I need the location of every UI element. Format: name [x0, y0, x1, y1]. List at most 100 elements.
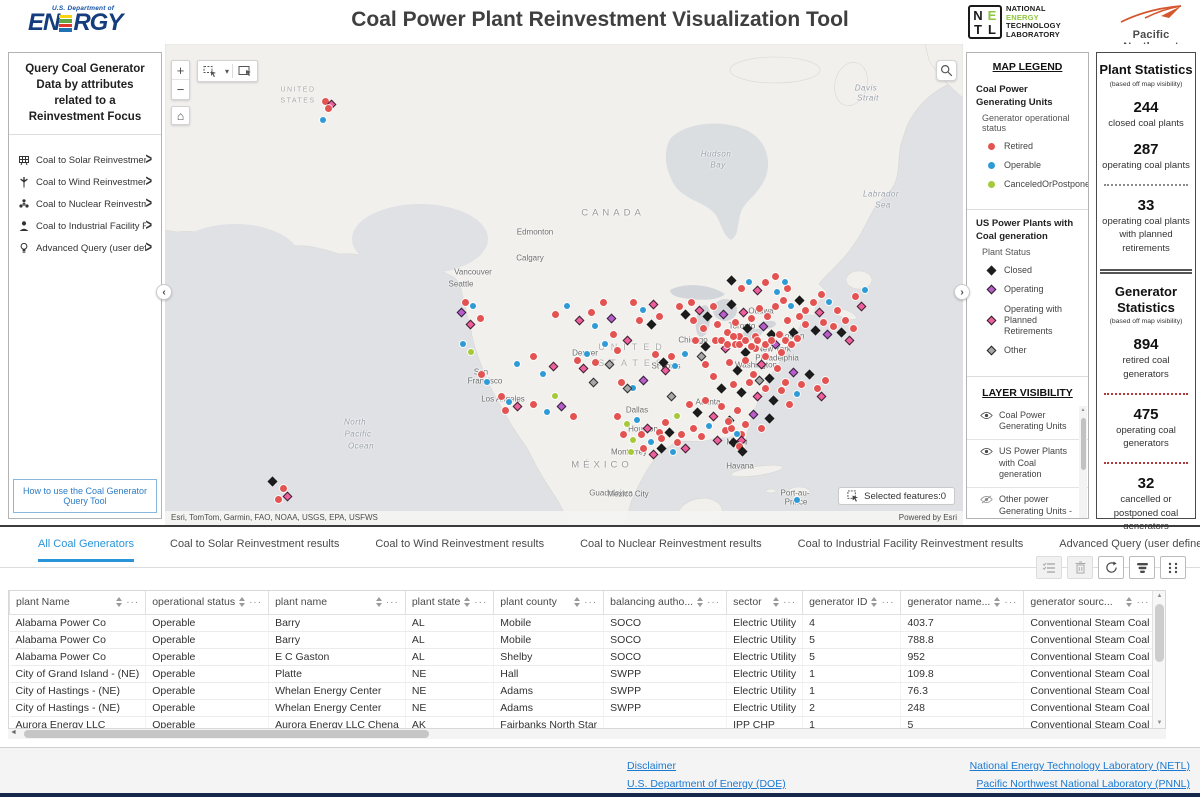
map-marker-retired[interactable] — [710, 303, 717, 310]
selected-features-button[interactable]: Selected features:0 — [838, 487, 955, 505]
eye-visible-icon[interactable] — [980, 447, 993, 456]
map-marker-retired[interactable] — [552, 311, 559, 318]
map-marker-retired[interactable] — [778, 387, 785, 394]
column-menu-icon[interactable]: ··· — [126, 597, 139, 608]
map-marker-retired[interactable] — [802, 321, 809, 328]
home-button[interactable]: ⌂ — [171, 106, 190, 125]
map-marker-retired[interactable] — [762, 353, 769, 360]
map-marker-retired[interactable] — [588, 309, 595, 316]
tab-all-coal-generators[interactable]: All Coal Generators — [38, 538, 134, 562]
map-marker-retired[interactable] — [674, 439, 681, 446]
doe-link[interactable]: U.S. Department of Energy (DOE) — [627, 778, 786, 790]
map-marker-retired[interactable] — [794, 335, 801, 342]
map-marker-retired[interactable] — [776, 331, 783, 338]
map-marker-retired[interactable] — [530, 401, 537, 408]
map-marker-operable[interactable] — [460, 341, 466, 347]
map-marker-retired[interactable] — [725, 418, 732, 425]
sort-icon[interactable] — [871, 597, 877, 607]
map-marker-retired[interactable] — [726, 359, 733, 366]
map-marker-operable[interactable] — [794, 391, 800, 397]
column-menu-icon[interactable]: ··· — [783, 597, 796, 608]
map-marker-retired[interactable] — [600, 299, 607, 306]
map-marker-operable[interactable] — [602, 341, 608, 347]
map-marker-retired[interactable] — [764, 313, 771, 320]
map-marker-retired[interactable] — [774, 365, 781, 372]
map-marker-operable[interactable] — [782, 279, 788, 285]
map-marker-retired[interactable] — [686, 401, 693, 408]
map-marker-operable[interactable] — [470, 303, 476, 309]
map-marker-retired[interactable] — [498, 393, 505, 400]
layer-toggle-item[interactable]: Coal Power Generating Units — [967, 404, 1088, 440]
map-marker-retired[interactable] — [730, 381, 737, 388]
map-marker-retired[interactable] — [710, 373, 717, 380]
map-marker-retired[interactable] — [502, 407, 509, 414]
eye-hidden-icon[interactable] — [980, 495, 993, 504]
column-header[interactable]: operational status··· — [146, 591, 269, 614]
scrollbar-thumb[interactable] — [24, 730, 429, 738]
map-marker-operable[interactable] — [826, 299, 832, 305]
map-marker-retired[interactable] — [618, 379, 625, 386]
map-marker-operable[interactable] — [682, 351, 688, 357]
map-marker-retired[interactable] — [610, 331, 617, 338]
map-marker-retired[interactable] — [750, 371, 757, 378]
chevron-right-icon[interactable]: > — [146, 218, 152, 235]
pnnl-link[interactable]: Pacific Northwest National Laboratory (P… — [970, 778, 1190, 790]
sort-icon[interactable] — [697, 597, 703, 607]
collapse-left-panel-button[interactable]: ‹ — [156, 284, 172, 300]
map-marker-retired[interactable] — [662, 419, 669, 426]
map-marker-retired[interactable] — [477, 315, 484, 322]
map-marker-operable[interactable] — [672, 363, 678, 369]
column-header[interactable]: generator sourc...··· — [1024, 591, 1156, 614]
rectangle-select-tool[interactable] — [233, 61, 257, 81]
map-marker-operable[interactable] — [634, 417, 640, 423]
map-marker-retired[interactable] — [802, 307, 809, 314]
map-marker-retired[interactable] — [730, 333, 737, 340]
netl-link[interactable]: National Energy Technology Laboratory (N… — [970, 760, 1190, 772]
tab-coal-to-industrial-facility-reinvestment-results[interactable]: Coal to Industrial Facility Reinvestment… — [798, 538, 1024, 562]
map-marker-canceled[interactable] — [552, 393, 558, 399]
column-header[interactable]: plant county··· — [494, 591, 604, 614]
sort-icon[interactable] — [116, 597, 122, 607]
map-marker-retired[interactable] — [656, 313, 663, 320]
map-marker-retired[interactable] — [754, 337, 761, 344]
map-marker-retired[interactable] — [742, 421, 749, 428]
chevron-right-icon[interactable]: > — [146, 240, 152, 257]
map-marker-operable[interactable] — [320, 117, 326, 123]
delete-selection-button[interactable] — [1067, 556, 1093, 579]
map-marker-retired[interactable] — [772, 303, 779, 310]
column-header[interactable]: sector··· — [727, 591, 803, 614]
map-marker-retired[interactable] — [772, 273, 779, 280]
map-marker-canceled[interactable] — [624, 421, 630, 427]
map-marker-operable[interactable] — [592, 323, 598, 329]
map-marker-retired[interactable] — [798, 381, 805, 388]
table-row[interactable]: Alabama Power CoOperableBarryALMobileSOC… — [10, 631, 1167, 648]
query-item[interactable]: Advanced Query (user defin... > — [9, 237, 161, 259]
column-menu-icon[interactable]: ··· — [249, 597, 262, 608]
toggle-columns-button[interactable] — [1160, 556, 1186, 579]
map-marker-retired[interactable] — [724, 341, 731, 348]
map-marker-operable[interactable] — [794, 497, 800, 503]
map-marker-operable[interactable] — [774, 289, 780, 295]
map-canvas[interactable]: UNITEDSTATESDavisStraitHudsonBayLabrador… — [165, 44, 963, 525]
map-marker-retired[interactable] — [570, 413, 577, 420]
map-marker-retired[interactable] — [728, 425, 735, 432]
map-marker-retired[interactable] — [574, 357, 581, 364]
map-marker-operable[interactable] — [648, 439, 654, 445]
table-vertical-scrollbar[interactable]: ▲ ▼ — [1152, 591, 1165, 728]
scroll-up-icon[interactable]: ▲ — [1079, 407, 1087, 413]
map-marker-retired[interactable] — [786, 401, 793, 408]
map-marker-operable[interactable] — [862, 287, 868, 293]
select-tool-caret[interactable]: ▾ — [222, 67, 232, 76]
column-menu-icon[interactable]: ··· — [584, 597, 597, 608]
query-item[interactable]: Coal to Nuclear Reinvestment > — [9, 193, 161, 215]
map-marker-retired[interactable] — [690, 317, 697, 324]
sort-icon[interactable] — [239, 597, 245, 607]
map-marker-retired[interactable] — [678, 431, 685, 438]
map-marker-retired[interactable] — [738, 285, 745, 292]
tab-coal-to-solar-reinvestment-results[interactable]: Coal to Solar Reinvestment results — [170, 538, 339, 562]
column-header[interactable]: generator ID··· — [803, 591, 901, 614]
map-marker-retired[interactable] — [820, 319, 827, 326]
layer-toggle-item[interactable]: US Power Plants with Coal generation — [967, 440, 1088, 488]
drag-select-tool[interactable] — [198, 61, 222, 81]
map-marker-retired[interactable] — [748, 343, 755, 350]
